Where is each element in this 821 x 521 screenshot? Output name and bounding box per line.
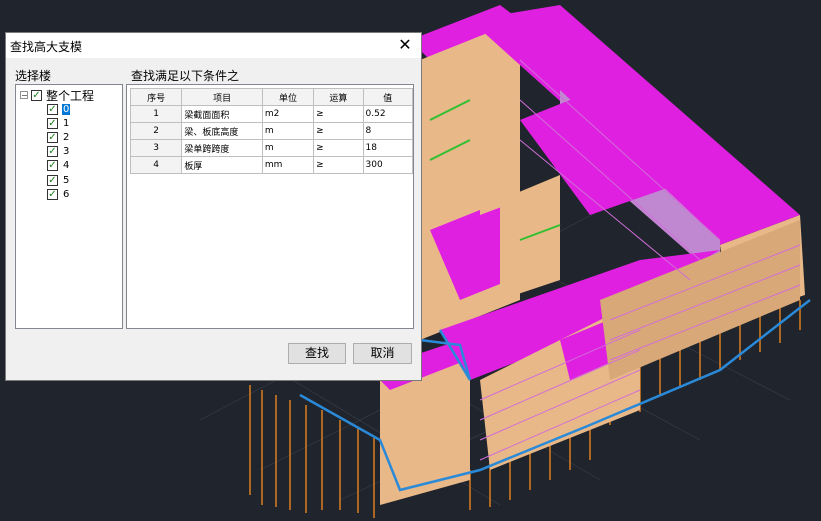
floor-select-label: 选择楼 [15, 69, 52, 83]
table-row[interactable]: 2 梁、板底高度 m ≥ 8 [129, 122, 414, 140]
floor-label: 6 [63, 188, 70, 200]
cell-unit: mm [261, 156, 315, 174]
tree-root-item[interactable]: − ✓ 整个工程 [20, 88, 95, 103]
cell-op[interactable]: ≥ [313, 105, 364, 123]
collapse-icon[interactable]: − [20, 91, 28, 100]
cell-value[interactable]: 8 [362, 122, 414, 140]
floor-tree[interactable]: − ✓ 整个工程 ✓ 0 ✓ 1 ✓ 2 ✓ 3 ✓ 4 ✓ 5 ✓ 6 [15, 84, 123, 329]
close-icon[interactable]: ✕ [395, 35, 415, 55]
cell-op[interactable]: ≥ [313, 122, 364, 140]
checkbox-icon[interactable]: ✓ [47, 160, 58, 172]
checkbox-icon[interactable]: ✓ [47, 103, 58, 115]
cell-seq: 2 [129, 122, 183, 140]
cell-value[interactable]: 18 [362, 139, 414, 157]
col-header-item: 项目 [181, 88, 263, 106]
cancel-button[interactable]: 取消 [353, 343, 412, 364]
tree-floor-list: ✓ 0 ✓ 1 ✓ 2 ✓ 3 ✓ 4 ✓ 5 ✓ 6 [47, 102, 71, 201]
tree-item-floor-1[interactable]: ✓ 1 [47, 116, 70, 130]
tree-item-floor-5[interactable]: ✓ 5 [47, 173, 70, 187]
checkbox-icon[interactable]: ✓ [47, 188, 58, 200]
col-header-seq: 序号 [129, 88, 183, 106]
condition-table: 序号 项目 单位 运算 值 1 梁截面面积 m2 ≥ 0.52 2 梁、板底高度 [126, 84, 414, 329]
cell-op[interactable]: ≥ [313, 139, 364, 157]
floor-label: 1 [63, 117, 70, 129]
tree-item-floor-6[interactable]: ✓ 6 [47, 187, 70, 201]
col-header-value: 值 [362, 88, 414, 106]
dialog-titlebar[interactable]: 查找高大支模 ✕ [6, 33, 421, 58]
table-row[interactable]: 4 板厚 mm ≥ 300 [129, 156, 414, 174]
tree-root-label: 整个工程 [46, 88, 95, 103]
cell-value[interactable]: 0.52 [362, 105, 414, 123]
cell-seq: 4 [129, 156, 183, 174]
cell-seq: 3 [129, 139, 183, 157]
dialog-title: 查找高大支模 [10, 40, 83, 54]
cell-seq: 1 [129, 105, 183, 123]
cell-unit: m2 [261, 105, 315, 123]
tree-item-floor-0[interactable]: ✓ 0 [47, 102, 71, 116]
col-header-unit: 单位 [261, 88, 315, 106]
checkbox-icon[interactable]: ✓ [47, 117, 58, 129]
floor-label: 5 [63, 174, 70, 186]
cell-item: 梁截面面积 [181, 105, 263, 123]
cell-op[interactable]: ≥ [313, 156, 364, 174]
cell-item: 梁、板底高度 [181, 122, 263, 140]
floor-label: 3 [63, 146, 70, 158]
table-header-row: 序号 项目 单位 运算 值 [129, 88, 414, 106]
table-row[interactable]: 3 梁单跨跨度 m ≥ 18 [129, 139, 414, 157]
tree-item-floor-2[interactable]: ✓ 2 [47, 130, 70, 144]
tree-item-floor-4[interactable]: ✓ 4 [47, 159, 70, 173]
checkbox-icon[interactable]: ✓ [31, 89, 42, 101]
cell-value[interactable]: 300 [362, 156, 414, 174]
checkbox-icon[interactable]: ✓ [47, 131, 58, 143]
checkbox-icon[interactable]: ✓ [47, 174, 58, 186]
find-high-formwork-dialog: 查找高大支模 ✕ 选择楼 查找满足以下条件之 − ✓ 整个工程 ✓ 0 ✓ 1 ✓ 2… [5, 32, 422, 381]
search-button[interactable]: 查找 [288, 343, 346, 364]
cell-item: 梁单跨跨度 [181, 139, 263, 157]
floor-label: 0 [62, 103, 71, 115]
cell-unit: m [261, 139, 315, 157]
cell-unit: m [261, 122, 315, 140]
tree-item-floor-3[interactable]: ✓ 3 [47, 145, 70, 159]
checkbox-icon[interactable]: ✓ [47, 146, 58, 158]
table-row[interactable]: 1 梁截面面积 m2 ≥ 0.52 [129, 105, 414, 123]
col-header-op: 运算 [313, 88, 364, 106]
condition-label: 查找满足以下条件之 [131, 69, 240, 83]
floor-label: 4 [63, 160, 70, 172]
floor-label: 2 [63, 131, 70, 143]
cell-item: 板厚 [181, 156, 263, 174]
